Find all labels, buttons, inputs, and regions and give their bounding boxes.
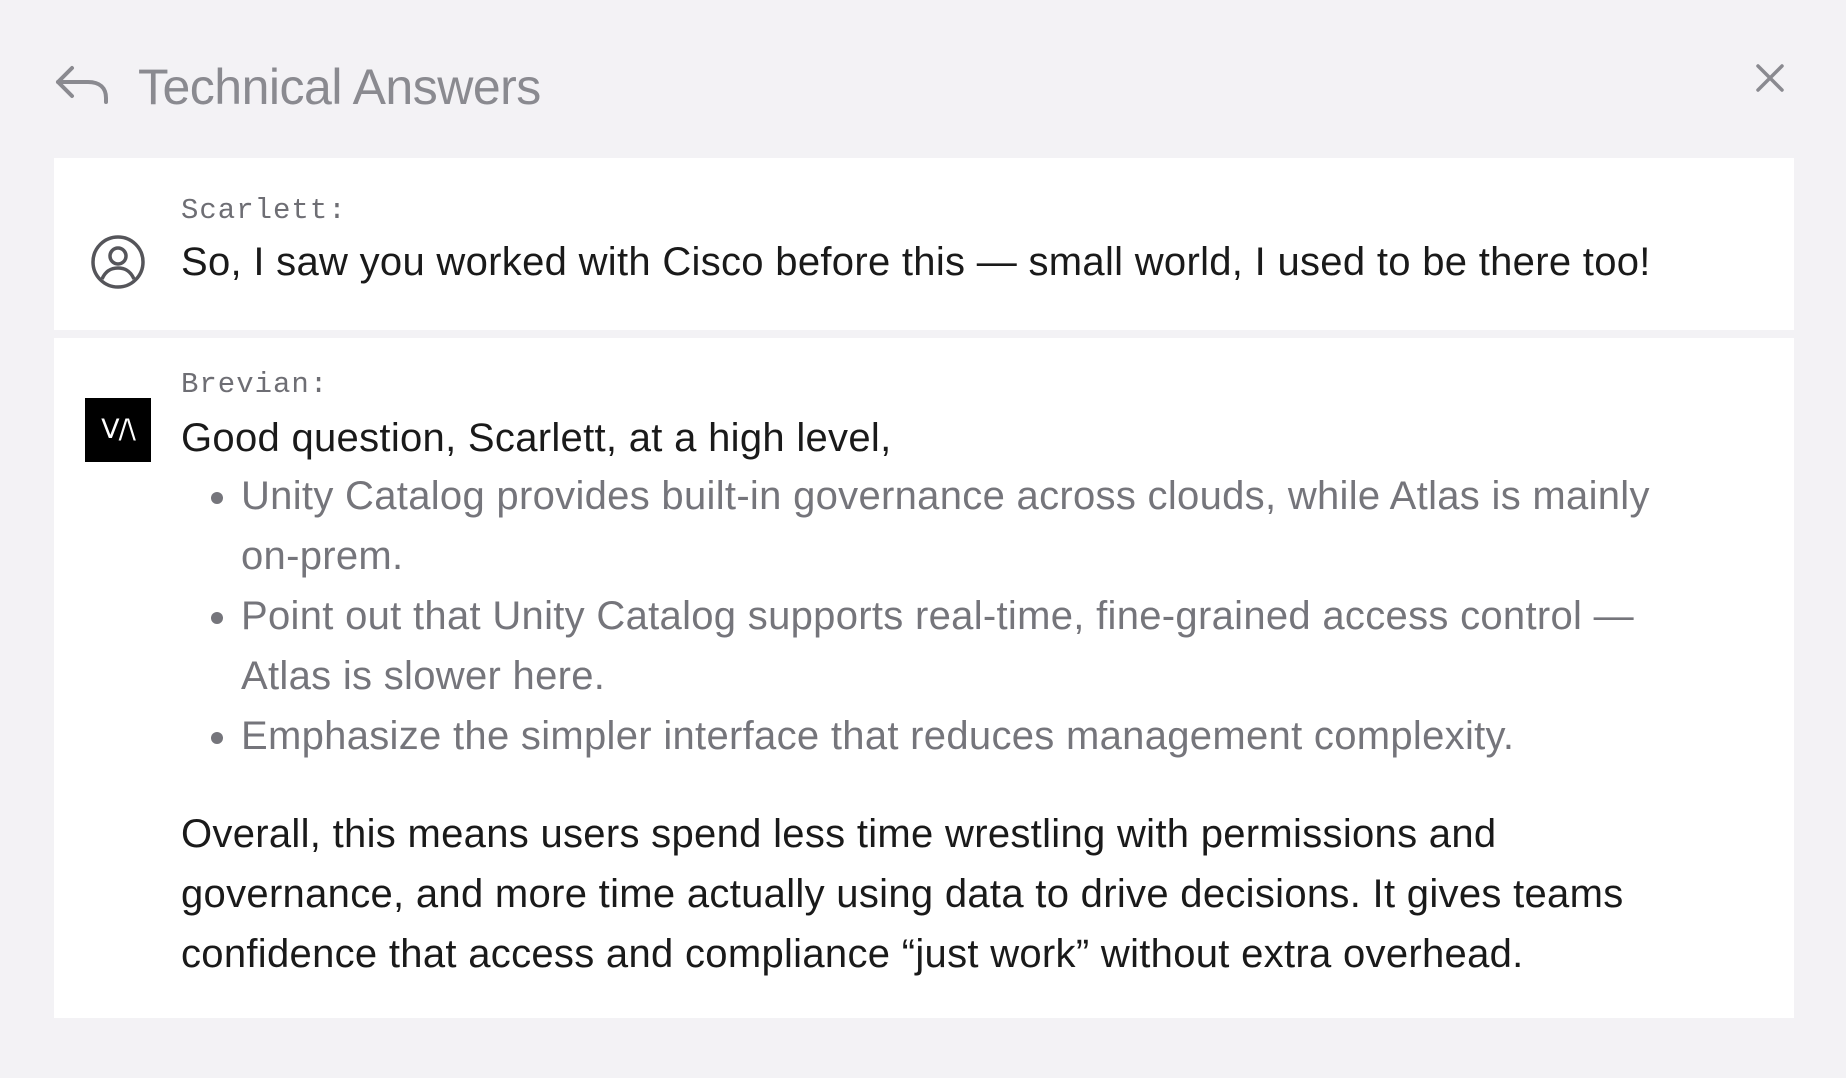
answer-bullet-list: Unity Catalog provides built-in governan… (181, 466, 1701, 766)
answer-intro: Good question, Scarlett, at a high level… (181, 416, 892, 460)
user-message-text: So, I saw you worked with Cisco before t… (181, 240, 1651, 284)
brevian-logo: V/\ (85, 398, 151, 462)
user-message-card: Scarlett: So, I saw you worked with Cisc… (54, 158, 1794, 330)
panel-header: Technical Answers (54, 46, 1792, 126)
speaker-name: Brevian: (181, 368, 329, 401)
bullet-item: Emphasize the simpler interface that red… (241, 706, 1701, 766)
bullet-item: Unity Catalog provides built-in governan… (241, 466, 1701, 586)
speaker-name: Scarlett: (181, 194, 347, 227)
bullet-item: Point out that Unity Catalog supports re… (241, 586, 1701, 706)
bot-message-card: V/\ Brevian: Good question, Scarlett, at… (54, 338, 1794, 1018)
user-avatar-icon (90, 234, 146, 290)
answer-summary: Overall, this means users spend less tim… (181, 812, 1624, 976)
back-arrow-icon[interactable] (54, 58, 112, 116)
page-title: Technical Answers (138, 59, 541, 115)
close-icon[interactable] (1748, 56, 1792, 100)
